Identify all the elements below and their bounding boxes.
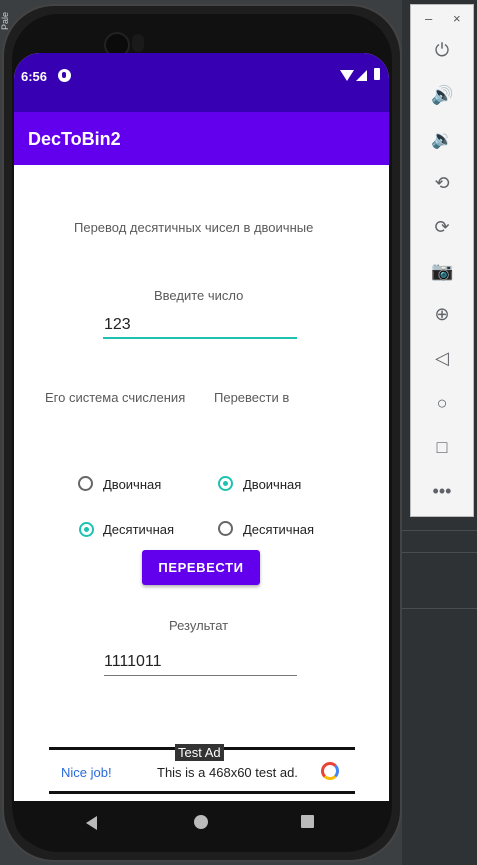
number-input-value[interactable]: 123 (104, 316, 131, 334)
overview-icon[interactable]: □ (431, 436, 453, 458)
cell-signal-icon (356, 70, 367, 81)
radio-button[interactable] (79, 522, 94, 537)
rotate-right-icon[interactable]: ⟳ (431, 216, 453, 238)
input-label: Введите число (154, 288, 244, 303)
ide-divider (402, 552, 477, 553)
result-value[interactable]: 1111011 (104, 653, 162, 671)
radio-label[interactable]: Двоичная (103, 477, 161, 492)
volume-down-icon[interactable]: 🔉 (431, 128, 453, 150)
main-content: Перевод десятичных чисел в двоичные Введ… (14, 165, 389, 801)
ad-body-text[interactable]: This is a 468x60 test ad. (157, 765, 298, 780)
status-time: 6:56 (21, 69, 48, 84)
back-icon[interactable]: ◁ (431, 347, 453, 369)
test-ad-badge: Test Ad (175, 744, 224, 761)
power-icon[interactable]: ⏻ (431, 39, 453, 61)
adchoices-logo-icon[interactable] (321, 762, 339, 780)
radio-button[interactable] (218, 476, 233, 491)
more-icon[interactable]: ••• (431, 480, 453, 502)
minimize-button[interactable]: – (425, 11, 432, 26)
app-title: DecToBin2 (28, 129, 121, 149)
convert-button[interactable]: ПЕРЕВЕСТИ (142, 550, 260, 585)
recents-icon[interactable] (301, 815, 314, 828)
ide-divider (402, 608, 477, 609)
source-system-label: Его система счисления (45, 390, 186, 405)
device-screen: 6:56 DecToBin2 Перевод десятичных чисел … (14, 53, 389, 801)
radio-label[interactable]: Десятичная (243, 522, 314, 537)
ad-nice-text[interactable]: Nice job! (61, 765, 112, 780)
notification-app-icon (58, 69, 71, 82)
camera-icon[interactable]: 📷 (431, 260, 453, 282)
ide-divider (402, 530, 477, 531)
volume-up-icon[interactable]: 🔊 (431, 84, 453, 106)
number-input-underline (103, 337, 297, 339)
wifi-icon (340, 70, 354, 81)
zoom-icon[interactable]: ⊕ (431, 303, 453, 325)
phone-speaker (132, 34, 144, 52)
app-bar: DecToBin2 (14, 112, 389, 165)
radio-label[interactable]: Десятичная (103, 522, 174, 537)
status-bar: 6:56 (14, 53, 389, 112)
back-icon[interactable] (86, 816, 97, 830)
home-icon[interactable]: ○ (431, 392, 453, 414)
page-heading: Перевод десятичных чисел в двоичные (74, 220, 314, 235)
result-underline (104, 675, 297, 676)
home-icon[interactable] (194, 815, 208, 829)
radio-button[interactable] (218, 521, 233, 536)
test-ad-banner[interactable]: Test Ad Nice job! This is a 468x60 test … (49, 744, 355, 794)
ide-palette-tab[interactable]: Pale (0, 0, 10, 30)
rotate-left-icon[interactable]: ⟲ (431, 172, 453, 194)
battery-icon (374, 68, 380, 80)
radio-button[interactable] (78, 476, 93, 491)
emulator-toolbar: – × ⏻ 🔊 🔉 ⟲ ⟳ 📷 ⊕ ◁ ○ □ ••• (410, 4, 474, 517)
radio-label[interactable]: Двоичная (243, 477, 301, 492)
navigation-bar (14, 801, 389, 846)
close-button[interactable]: × (453, 11, 461, 26)
result-label: Результат (169, 618, 229, 633)
target-system-label: Перевести в (214, 390, 290, 405)
